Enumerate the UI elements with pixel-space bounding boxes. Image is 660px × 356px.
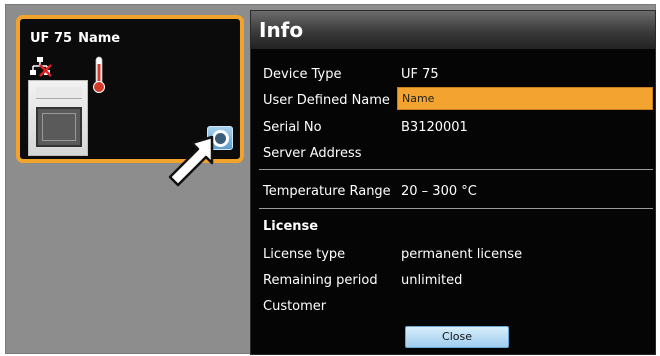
- thermometer-icon: [93, 56, 105, 93]
- remaining-label: Remaining period: [263, 273, 378, 288]
- serial-label: Serial No: [263, 120, 322, 135]
- info-dialog: Info Device Type UF 75 User Defined Name…: [250, 10, 656, 355]
- remaining-value: unlimited: [401, 273, 463, 288]
- user-name-input[interactable]: Name: [397, 87, 653, 110]
- oven-door: [36, 107, 82, 147]
- server-label: Server Address: [263, 146, 362, 161]
- temperature-value: 20 – 300 °C: [401, 184, 477, 199]
- device-model: UF 75: [30, 31, 73, 46]
- network-disconnected-icon: [30, 57, 52, 77]
- dialog-header: Info: [251, 11, 655, 49]
- device-overview-area: UF 75 Name Info Device Type UF 75 User D…: [5, 4, 656, 355]
- device-type-value: UF 75: [401, 67, 439, 82]
- close-button[interactable]: Close: [405, 326, 509, 348]
- device-card-title: UF 75 Name: [30, 31, 120, 46]
- license-type-label: License type: [263, 247, 346, 262]
- customer-label: Customer: [263, 299, 327, 314]
- license-section-title: License: [263, 219, 319, 234]
- oven-control-panel: [36, 87, 82, 99]
- divider: [259, 169, 653, 170]
- device-name: Name: [78, 31, 121, 46]
- user-name-label: User Defined Name: [263, 93, 390, 108]
- device-type-label: Device Type: [263, 67, 342, 82]
- oven-image: [28, 80, 88, 156]
- divider: [259, 208, 653, 209]
- serial-value: B3120001: [401, 120, 468, 135]
- dialog-title: Info: [259, 18, 304, 42]
- temperature-label: Temperature Range: [263, 184, 391, 199]
- license-type-value: permanent license: [401, 247, 523, 262]
- pointer-arrow-icon: [168, 135, 214, 187]
